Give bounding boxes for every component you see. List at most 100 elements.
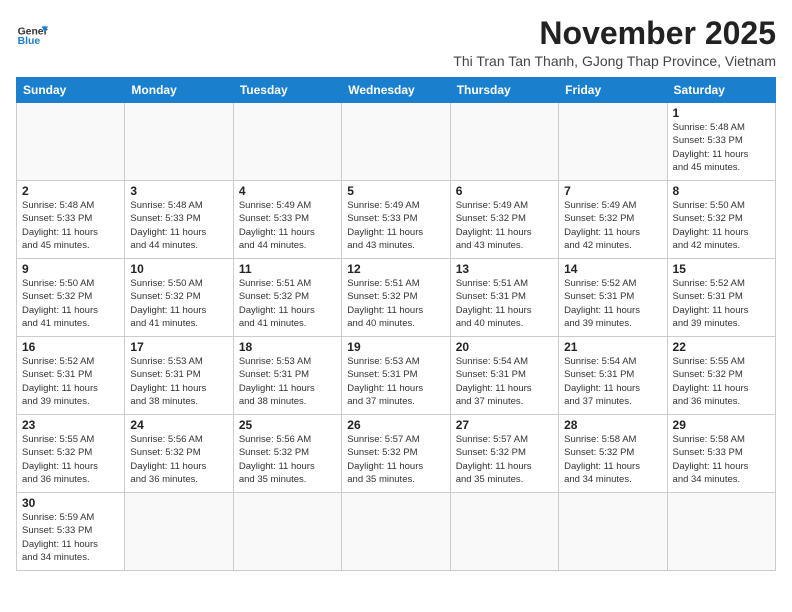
day-info: Sunrise: 5:55 AMSunset: 5:32 PMDaylight:… xyxy=(22,433,119,486)
day-number: 3 xyxy=(130,184,227,198)
calendar-cell: 23Sunrise: 5:55 AMSunset: 5:32 PMDayligh… xyxy=(17,415,125,493)
calendar-cell: 19Sunrise: 5:53 AMSunset: 5:31 PMDayligh… xyxy=(342,337,450,415)
svg-text:Blue: Blue xyxy=(18,36,41,47)
day-info: Sunrise: 5:53 AMSunset: 5:31 PMDaylight:… xyxy=(239,355,336,408)
calendar-cell: 20Sunrise: 5:54 AMSunset: 5:31 PMDayligh… xyxy=(450,337,558,415)
day-info: Sunrise: 5:55 AMSunset: 5:32 PMDaylight:… xyxy=(673,355,770,408)
calendar-cell: 22Sunrise: 5:55 AMSunset: 5:32 PMDayligh… xyxy=(667,337,775,415)
day-number: 23 xyxy=(22,418,119,432)
calendar-cell: 26Sunrise: 5:57 AMSunset: 5:32 PMDayligh… xyxy=(342,415,450,493)
day-number: 20 xyxy=(456,340,553,354)
day-number: 6 xyxy=(456,184,553,198)
calendar-cell: 30Sunrise: 5:59 AMSunset: 5:33 PMDayligh… xyxy=(17,493,125,571)
day-info: Sunrise: 5:51 AMSunset: 5:32 PMDaylight:… xyxy=(347,277,444,330)
day-info: Sunrise: 5:52 AMSunset: 5:31 PMDaylight:… xyxy=(22,355,119,408)
calendar-cell: 17Sunrise: 5:53 AMSunset: 5:31 PMDayligh… xyxy=(125,337,233,415)
logo: General Blue xyxy=(16,20,48,52)
calendar-cell: 9Sunrise: 5:50 AMSunset: 5:32 PMDaylight… xyxy=(17,259,125,337)
day-info: Sunrise: 5:54 AMSunset: 5:31 PMDaylight:… xyxy=(456,355,553,408)
day-number: 15 xyxy=(673,262,770,276)
calendar-cell: 3Sunrise: 5:48 AMSunset: 5:33 PMDaylight… xyxy=(125,181,233,259)
day-number: 17 xyxy=(130,340,227,354)
day-info: Sunrise: 5:57 AMSunset: 5:32 PMDaylight:… xyxy=(347,433,444,486)
day-info: Sunrise: 5:57 AMSunset: 5:32 PMDaylight:… xyxy=(456,433,553,486)
day-number: 2 xyxy=(22,184,119,198)
calendar-cell: 16Sunrise: 5:52 AMSunset: 5:31 PMDayligh… xyxy=(17,337,125,415)
day-info: Sunrise: 5:51 AMSunset: 5:32 PMDaylight:… xyxy=(239,277,336,330)
weekday-header-tuesday: Tuesday xyxy=(233,78,341,103)
day-info: Sunrise: 5:50 AMSunset: 5:32 PMDaylight:… xyxy=(130,277,227,330)
calendar-cell: 28Sunrise: 5:58 AMSunset: 5:32 PMDayligh… xyxy=(559,415,667,493)
weekday-header-row: SundayMondayTuesdayWednesdayThursdayFrid… xyxy=(17,78,776,103)
calendar-cell: 21Sunrise: 5:54 AMSunset: 5:31 PMDayligh… xyxy=(559,337,667,415)
calendar-cell: 5Sunrise: 5:49 AMSunset: 5:33 PMDaylight… xyxy=(342,181,450,259)
calendar-cell xyxy=(17,103,125,181)
day-info: Sunrise: 5:53 AMSunset: 5:31 PMDaylight:… xyxy=(130,355,227,408)
day-info: Sunrise: 5:58 AMSunset: 5:32 PMDaylight:… xyxy=(564,433,661,486)
day-number: 4 xyxy=(239,184,336,198)
calendar-cell xyxy=(342,493,450,571)
calendar-week-row: 23Sunrise: 5:55 AMSunset: 5:32 PMDayligh… xyxy=(17,415,776,493)
calendar-cell: 27Sunrise: 5:57 AMSunset: 5:32 PMDayligh… xyxy=(450,415,558,493)
day-number: 1 xyxy=(673,106,770,120)
subtitle: Thi Tran Tan Thanh, GJong Thap Province,… xyxy=(453,53,776,69)
day-number: 14 xyxy=(564,262,661,276)
day-info: Sunrise: 5:50 AMSunset: 5:32 PMDaylight:… xyxy=(22,277,119,330)
day-info: Sunrise: 5:49 AMSunset: 5:33 PMDaylight:… xyxy=(239,199,336,252)
day-number: 5 xyxy=(347,184,444,198)
calendar-cell: 10Sunrise: 5:50 AMSunset: 5:32 PMDayligh… xyxy=(125,259,233,337)
calendar-cell: 15Sunrise: 5:52 AMSunset: 5:31 PMDayligh… xyxy=(667,259,775,337)
calendar-cell: 13Sunrise: 5:51 AMSunset: 5:31 PMDayligh… xyxy=(450,259,558,337)
calendar-cell: 2Sunrise: 5:48 AMSunset: 5:33 PMDaylight… xyxy=(17,181,125,259)
day-info: Sunrise: 5:56 AMSunset: 5:32 PMDaylight:… xyxy=(130,433,227,486)
day-info: Sunrise: 5:51 AMSunset: 5:31 PMDaylight:… xyxy=(456,277,553,330)
day-number: 30 xyxy=(22,496,119,510)
day-info: Sunrise: 5:53 AMSunset: 5:31 PMDaylight:… xyxy=(347,355,444,408)
day-number: 9 xyxy=(22,262,119,276)
day-info: Sunrise: 5:48 AMSunset: 5:33 PMDaylight:… xyxy=(130,199,227,252)
day-number: 28 xyxy=(564,418,661,432)
calendar-week-row: 9Sunrise: 5:50 AMSunset: 5:32 PMDaylight… xyxy=(17,259,776,337)
day-info: Sunrise: 5:48 AMSunset: 5:33 PMDaylight:… xyxy=(22,199,119,252)
calendar-cell xyxy=(233,493,341,571)
day-number: 16 xyxy=(22,340,119,354)
calendar-cell: 24Sunrise: 5:56 AMSunset: 5:32 PMDayligh… xyxy=(125,415,233,493)
day-number: 26 xyxy=(347,418,444,432)
day-info: Sunrise: 5:54 AMSunset: 5:31 PMDaylight:… xyxy=(564,355,661,408)
calendar-cell: 6Sunrise: 5:49 AMSunset: 5:32 PMDaylight… xyxy=(450,181,558,259)
calendar-week-row: 16Sunrise: 5:52 AMSunset: 5:31 PMDayligh… xyxy=(17,337,776,415)
calendar-table: SundayMondayTuesdayWednesdayThursdayFrid… xyxy=(16,77,776,571)
calendar-cell xyxy=(125,103,233,181)
day-number: 25 xyxy=(239,418,336,432)
day-number: 24 xyxy=(130,418,227,432)
day-number: 29 xyxy=(673,418,770,432)
weekday-header-monday: Monday xyxy=(125,78,233,103)
weekday-header-saturday: Saturday xyxy=(667,78,775,103)
weekday-header-sunday: Sunday xyxy=(17,78,125,103)
day-info: Sunrise: 5:59 AMSunset: 5:33 PMDaylight:… xyxy=(22,511,119,564)
title-block: November 2025 Thi Tran Tan Thanh, GJong … xyxy=(453,16,776,69)
day-number: 11 xyxy=(239,262,336,276)
day-info: Sunrise: 5:48 AMSunset: 5:33 PMDaylight:… xyxy=(673,121,770,174)
day-number: 27 xyxy=(456,418,553,432)
month-title: November 2025 xyxy=(453,16,776,51)
weekday-header-friday: Friday xyxy=(559,78,667,103)
day-number: 7 xyxy=(564,184,661,198)
calendar-cell xyxy=(125,493,233,571)
weekday-header-wednesday: Wednesday xyxy=(342,78,450,103)
day-number: 13 xyxy=(456,262,553,276)
day-number: 21 xyxy=(564,340,661,354)
day-info: Sunrise: 5:49 AMSunset: 5:32 PMDaylight:… xyxy=(456,199,553,252)
day-info: Sunrise: 5:56 AMSunset: 5:32 PMDaylight:… xyxy=(239,433,336,486)
day-number: 22 xyxy=(673,340,770,354)
day-info: Sunrise: 5:58 AMSunset: 5:33 PMDaylight:… xyxy=(673,433,770,486)
calendar-cell: 25Sunrise: 5:56 AMSunset: 5:32 PMDayligh… xyxy=(233,415,341,493)
calendar-cell: 1Sunrise: 5:48 AMSunset: 5:33 PMDaylight… xyxy=(667,103,775,181)
calendar-cell: 4Sunrise: 5:49 AMSunset: 5:33 PMDaylight… xyxy=(233,181,341,259)
calendar-cell xyxy=(450,103,558,181)
calendar-cell: 11Sunrise: 5:51 AMSunset: 5:32 PMDayligh… xyxy=(233,259,341,337)
calendar-cell xyxy=(450,493,558,571)
calendar-cell xyxy=(233,103,341,181)
day-info: Sunrise: 5:52 AMSunset: 5:31 PMDaylight:… xyxy=(564,277,661,330)
calendar-week-row: 30Sunrise: 5:59 AMSunset: 5:33 PMDayligh… xyxy=(17,493,776,571)
